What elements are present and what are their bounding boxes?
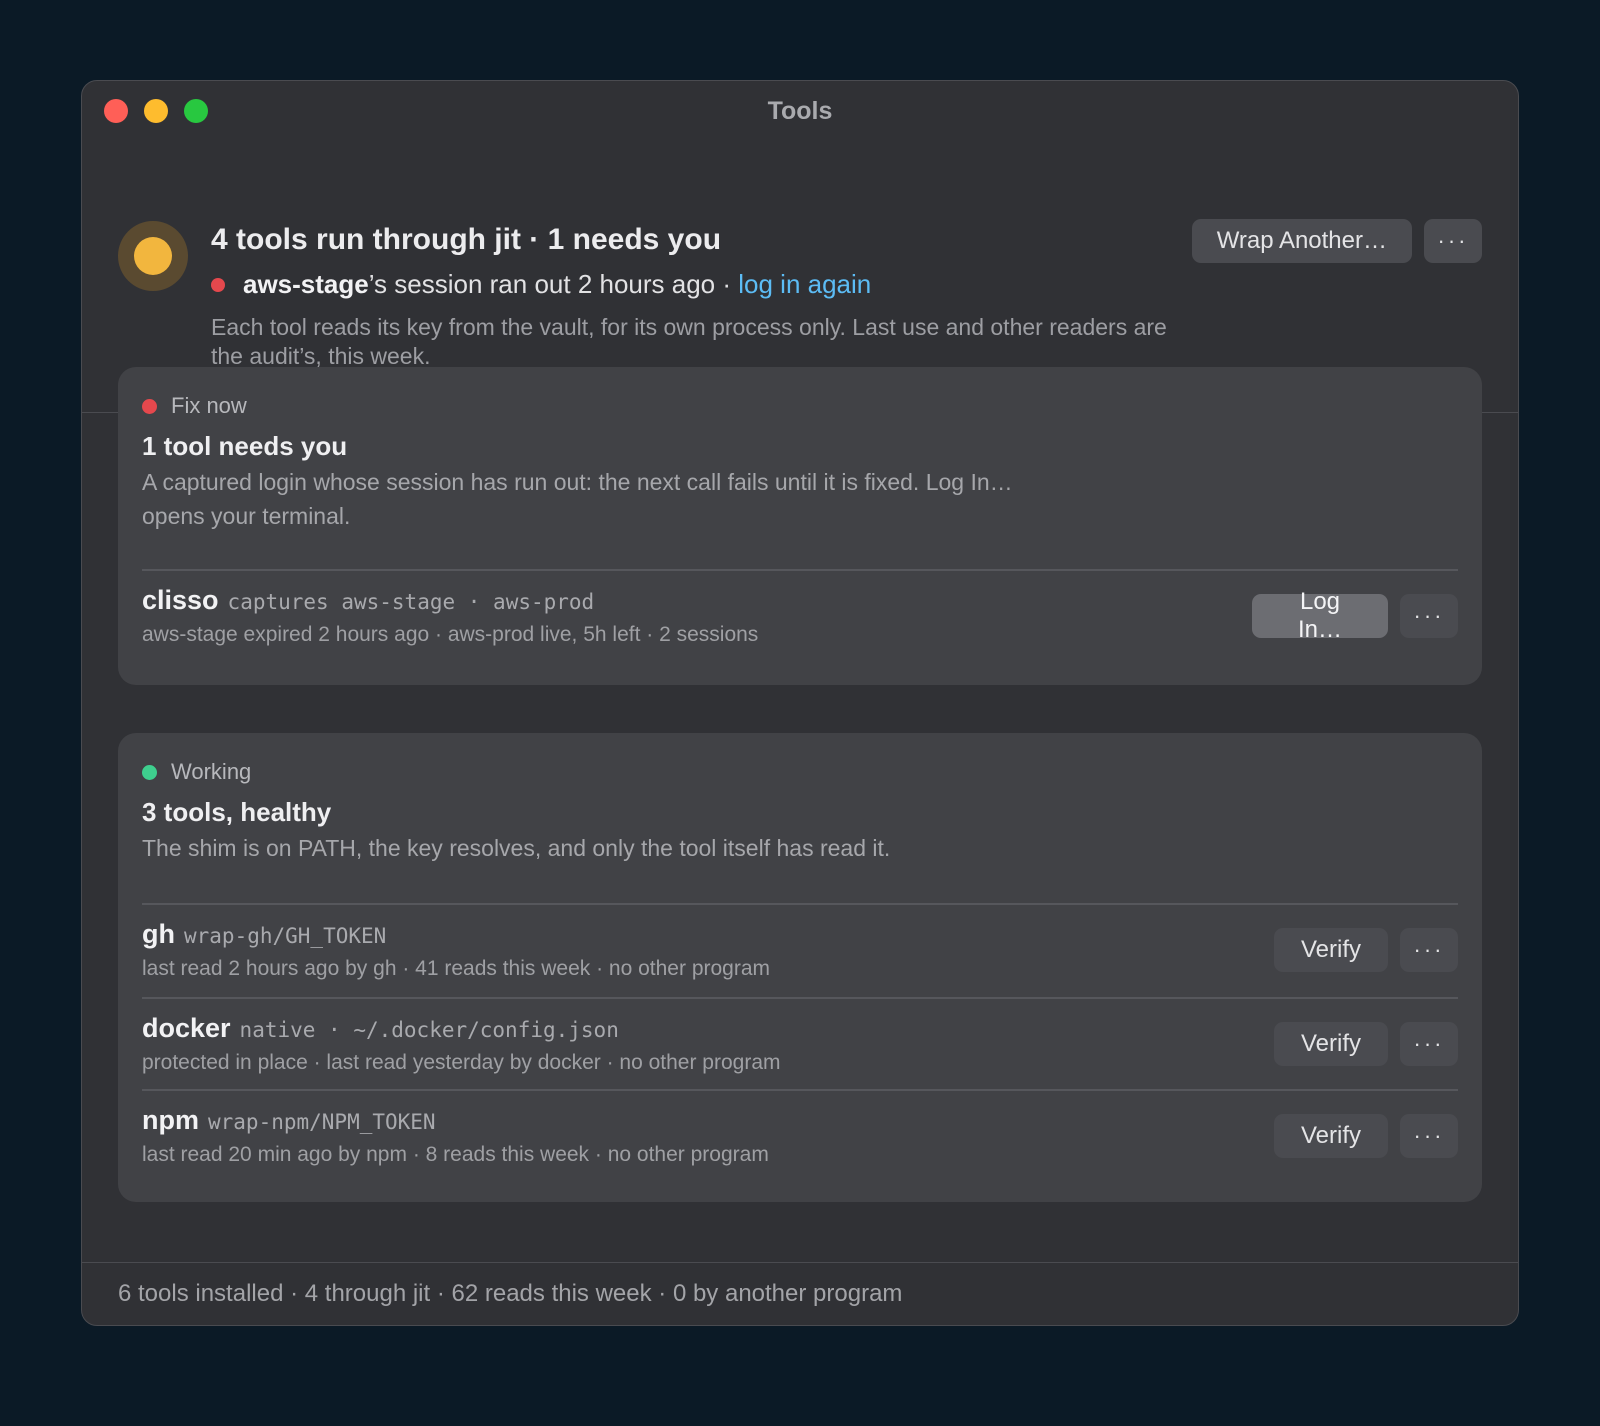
tool-meta: last read 2 hours ago by gh · 41 reads t… (142, 957, 771, 980)
section-working: Working 3 tools, healthy The shim is on … (118, 733, 1482, 1202)
log-in-button[interactable]: Log In… (1252, 588, 1388, 643)
section-title: 3 tools, healthy (142, 797, 332, 827)
wrap-another-button[interactable]: Wrap Another… (1191, 219, 1412, 263)
tools-window: Tools 4 tools run through jit · 1 needs … (81, 80, 1519, 1326)
tool-row-clisso: clisso captures aws-stage · aws-prod aws… (142, 571, 1458, 663)
tool-row-gh: gh wrap-gh/GH_TOKEN last read 2 hours ag… (142, 905, 1458, 997)
row-more-button[interactable]: ··· (1400, 594, 1458, 638)
error-dot-icon (142, 398, 157, 414)
section-label: Working (142, 759, 251, 785)
row-more-button[interactable]: ··· (1400, 1022, 1458, 1066)
tool-name: docker (142, 1013, 231, 1043)
header-more-button[interactable]: ··· (1424, 219, 1482, 263)
log-in-again-link[interactable]: log in again (738, 269, 871, 300)
tool-detail: native · ~/.docker/config.json (239, 1018, 619, 1042)
tool-detail: wrap-npm/NPM_TOKEN (208, 1110, 436, 1134)
tool-name: clisso (142, 585, 219, 615)
success-dot-icon (142, 764, 157, 780)
tool-detail: wrap-gh/GH_TOKEN (184, 924, 387, 948)
section-label-text: Working (171, 759, 252, 784)
tool-name: gh (142, 919, 175, 949)
section-title: 1 tool needs you (142, 431, 348, 461)
section-label: Fix now (142, 393, 247, 419)
footer-summary: 6 tools installed · 4 through jit · 62 r… (118, 1280, 903, 1307)
header-actions: Wrap Another… ··· (1191, 219, 1482, 263)
summary-description: Each tool reads its key from the vault, … (211, 314, 1167, 369)
tool-meta: protected in place · last read yesterday… (142, 1051, 781, 1074)
tool-name: npm (142, 1105, 199, 1135)
tool-row-npm: npm wrap-npm/NPM_TOKEN last read 20 min … (142, 1089, 1458, 1181)
verify-button[interactable]: Verify (1274, 928, 1388, 972)
tool-row-docker: docker native · ~/.docker/config.json pr… (142, 997, 1458, 1089)
section-description: A captured login whose session has run o… (142, 469, 1013, 529)
alert-text: ’s session ran out 2 hours ago · (368, 269, 739, 299)
warning-status-icon (118, 221, 188, 291)
window-title: Tools (767, 97, 833, 125)
tool-detail: captures aws-stage · aws-prod (227, 590, 595, 614)
section-label-text: Fix now (171, 393, 247, 418)
verify-button[interactable]: Verify (1274, 1114, 1388, 1158)
title-bar: Tools (82, 81, 1518, 139)
section-description: The shim is on PATH, the key resolves, a… (142, 835, 891, 861)
row-more-button[interactable]: ··· (1400, 928, 1458, 972)
tool-meta: last read 20 min ago by npm · 8 reads th… (142, 1143, 769, 1166)
alert-tool-name: aws-stage (243, 269, 369, 299)
session-alert: aws-stage ’s session ran out 2 hours ago… (211, 269, 871, 300)
error-dot-icon (211, 277, 225, 292)
verify-button[interactable]: Verify (1274, 1022, 1388, 1066)
tool-meta: aws-stage expired 2 hours ago · aws-prod… (142, 623, 759, 646)
summary-title: 4 tools run through jit · 1 needs you (211, 223, 722, 256)
row-more-button[interactable]: ··· (1400, 1114, 1458, 1158)
status-footer: 6 tools installed · 4 through jit · 62 r… (82, 1262, 1518, 1325)
section-fix-now: Fix now 1 tool needs you A captured logi… (118, 367, 1482, 685)
